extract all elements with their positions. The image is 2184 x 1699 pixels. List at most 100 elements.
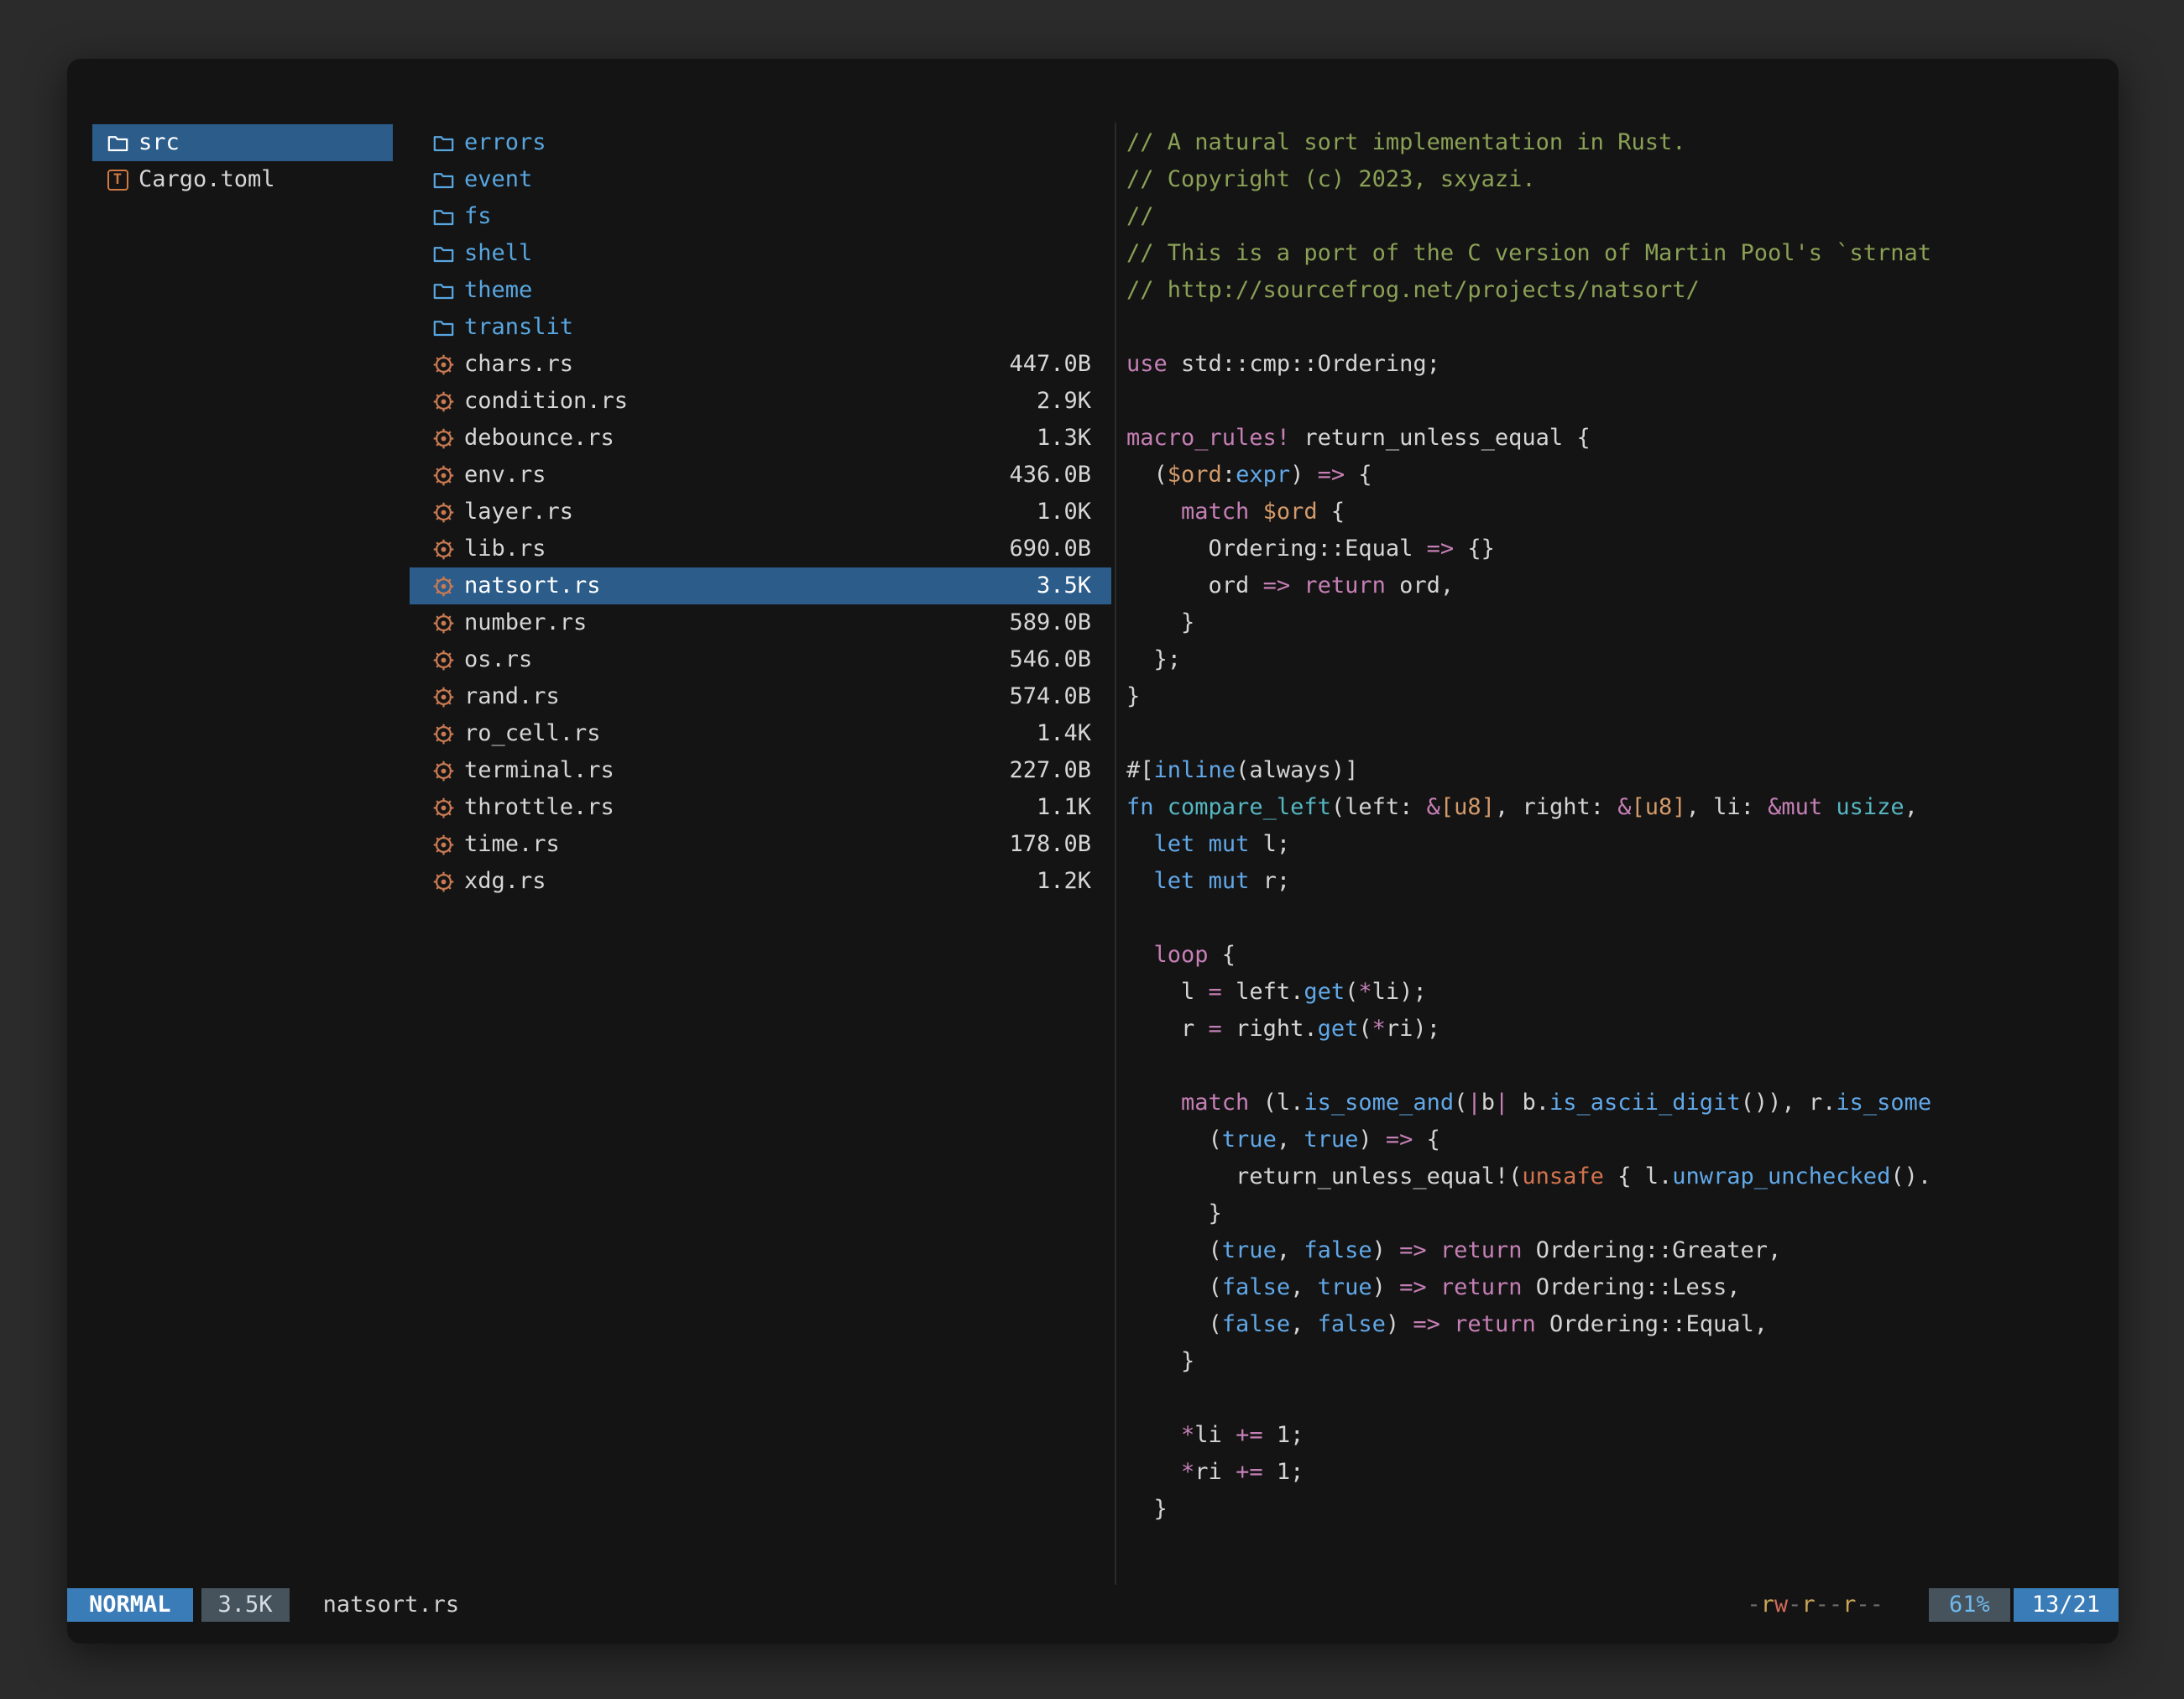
- code-line: ord => return ord,: [1126, 567, 2103, 604]
- file-size: 589.0B: [1009, 604, 1091, 641]
- code-line: loop {: [1126, 937, 2103, 974]
- file-type-icon: T: [431, 131, 455, 154]
- code-line: }: [1126, 678, 2103, 715]
- list-item[interactable]: T layer.rs 1.0K: [410, 494, 1111, 531]
- status-right-group: -rw-r--r-- 61% 13/21: [1747, 1588, 2119, 1622]
- parent-pane[interactable]: T src T Cargo.toml: [92, 124, 393, 198]
- code-line: match $ord {: [1126, 494, 2103, 531]
- code-line: [1126, 383, 2103, 420]
- list-item[interactable]: T number.rs 589.0B: [410, 604, 1111, 641]
- code-line: macro_rules! return_unless_equal {: [1126, 420, 2103, 457]
- list-item[interactable]: T natsort.rs 3.5K: [410, 567, 1111, 604]
- file-type-icon: T: [431, 796, 455, 819]
- file-permissions: -rw-r--r--: [1747, 1588, 1884, 1622]
- file-type-icon: T: [106, 131, 129, 154]
- code-line: (false, false) => return Ordering::Equal…: [1126, 1306, 2103, 1343]
- list-item[interactable]: T terminal.rs 227.0B: [410, 752, 1111, 789]
- code-line: // Copyright (c) 2023, sxyazi.: [1126, 161, 2103, 198]
- list-item[interactable]: T theme: [410, 272, 1111, 309]
- list-item[interactable]: T throttle.rs 1.1K: [410, 789, 1111, 826]
- cursor-position-badge: 13/21: [2014, 1588, 2119, 1622]
- list-item[interactable]: T ro_cell.rs 1.4K: [410, 715, 1111, 752]
- code-line: (true, false) => return Ordering::Greate…: [1126, 1232, 2103, 1269]
- list-item[interactable]: T errors: [410, 124, 1111, 161]
- list-item[interactable]: T event: [410, 161, 1111, 198]
- file-name: chars.rs: [464, 346, 573, 383]
- file-type-icon: T: [431, 463, 455, 487]
- file-name: terminal.rs: [464, 752, 614, 789]
- list-item[interactable]: T env.rs 436.0B: [410, 457, 1111, 494]
- mode-badge: NORMAL: [67, 1588, 193, 1622]
- file-type-icon: T: [431, 574, 455, 598]
- file-name: number.rs: [464, 604, 587, 641]
- list-item[interactable]: T translit: [410, 309, 1111, 346]
- code-line: #[inline(always)]: [1126, 752, 2103, 789]
- code-line: l = left.get(*li);: [1126, 974, 2103, 1011]
- file-type-icon: T: [431, 500, 455, 524]
- list-item[interactable]: T Cargo.toml: [92, 161, 393, 198]
- file-size-badge: 3.5K: [201, 1588, 290, 1622]
- list-item[interactable]: T fs: [410, 198, 1111, 235]
- file-name: translit: [464, 309, 573, 346]
- list-item[interactable]: T debounce.rs 1.3K: [410, 420, 1111, 457]
- code-line: let mut r;: [1126, 863, 2103, 900]
- code-line: // A natural sort implementation in Rust…: [1126, 124, 2103, 161]
- file-size: 1.2K: [1037, 863, 1091, 900]
- folder-icon: [432, 316, 455, 339]
- list-item[interactable]: T xdg.rs 1.2K: [410, 863, 1111, 900]
- file-size: 447.0B: [1009, 346, 1091, 383]
- rust-icon: [432, 538, 455, 561]
- file-name: errors: [464, 124, 546, 161]
- file-name: layer.rs: [464, 494, 573, 531]
- code-line: (true, true) => {: [1126, 1121, 2103, 1158]
- file-name: throttle.rs: [464, 789, 614, 826]
- file-size: 178.0B: [1009, 826, 1091, 863]
- folder-icon: [107, 132, 129, 154]
- scroll-percent-badge: 61%: [1929, 1588, 2010, 1622]
- preview-pane[interactable]: // A natural sort implementation in Rust…: [1126, 124, 2103, 1526]
- list-item[interactable]: T time.rs 178.0B: [410, 826, 1111, 863]
- code-line: }: [1126, 1343, 2103, 1380]
- code-line: [1126, 715, 2103, 752]
- file-name: event: [464, 161, 532, 198]
- folder-icon: [432, 243, 455, 265]
- rust-icon: [432, 797, 455, 819]
- file-type-icon: T: [431, 168, 455, 191]
- file-size: 1.0K: [1037, 494, 1091, 531]
- code-line: // http://sourcefrog.net/projects/natsor…: [1126, 272, 2103, 309]
- current-pane[interactable]: T errors T event: [410, 124, 1111, 900]
- file-type-icon: T: [431, 353, 455, 376]
- list-item[interactable]: T src: [92, 124, 393, 161]
- rust-icon: [432, 834, 455, 856]
- file-name: theme: [464, 272, 532, 309]
- file-size: 1.1K: [1037, 789, 1091, 826]
- rust-icon: [432, 723, 455, 745]
- list-item[interactable]: T os.rs 546.0B: [410, 641, 1111, 678]
- list-item[interactable]: T condition.rs 2.9K: [410, 383, 1111, 420]
- file-name: rand.rs: [464, 678, 560, 715]
- file-name: env.rs: [464, 457, 546, 494]
- code-line: ($ord:expr) => {: [1126, 457, 2103, 494]
- file-size: 3.5K: [1037, 567, 1091, 604]
- file-type-icon: T: [431, 316, 455, 339]
- file-name: ro_cell.rs: [464, 715, 601, 752]
- file-name: Cargo.toml: [138, 161, 275, 198]
- code-line: *li += 1;: [1126, 1417, 2103, 1454]
- file-type-icon: T: [431, 279, 455, 302]
- file-type-icon: T: [431, 389, 455, 413]
- file-size: 1.4K: [1037, 715, 1091, 752]
- list-item[interactable]: T shell: [410, 235, 1111, 272]
- list-item[interactable]: T chars.rs 447.0B: [410, 346, 1111, 383]
- file-type-icon: T: [431, 870, 455, 893]
- folder-icon: [432, 132, 455, 154]
- file-size: 436.0B: [1009, 457, 1091, 494]
- file-type-icon: T: [431, 648, 455, 672]
- list-item[interactable]: T lib.rs 690.0B: [410, 531, 1111, 567]
- rust-icon: [432, 870, 455, 893]
- code-line: }: [1126, 1491, 2103, 1526]
- code-line: [1126, 309, 2103, 346]
- list-item[interactable]: T rand.rs 574.0B: [410, 678, 1111, 715]
- code-line: fn compare_left(left: &[u8], right: &[u8…: [1126, 789, 2103, 826]
- file-name: shell: [464, 235, 532, 272]
- rust-icon: [432, 760, 455, 782]
